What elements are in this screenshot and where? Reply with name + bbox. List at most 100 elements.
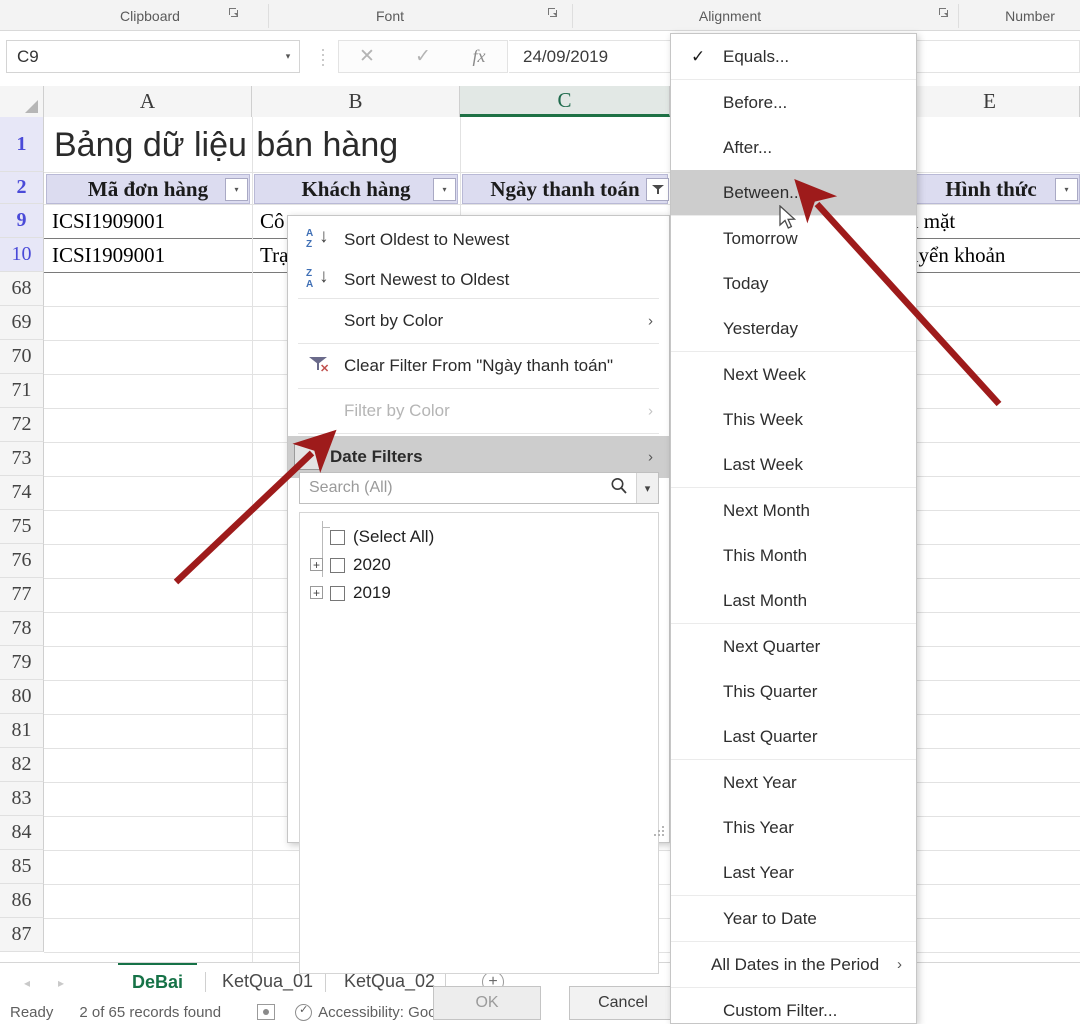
row-header[interactable]: 75	[0, 510, 44, 544]
cell-a10[interactable]: ICSI1909001	[46, 240, 250, 270]
filter-button-hinh-thuc[interactable]: ▾	[1055, 178, 1078, 201]
submenu-item-year-to-date[interactable]: Year to Date	[671, 896, 916, 941]
submenu-item-label: Last Year	[723, 862, 794, 882]
submenu-item-last-week[interactable]: Last Week	[671, 442, 916, 487]
filter-button-ma-don-hang[interactable]: ▾	[225, 178, 248, 201]
resize-grip[interactable]	[653, 826, 666, 839]
table-header-hinh-thuc[interactable]: Hình thức	[902, 174, 1080, 204]
cancel-button[interactable]: Cancel	[569, 986, 677, 1020]
row-header[interactable]: 70	[0, 340, 44, 374]
sheet-nav-arrows[interactable]: ◂ ▸	[24, 973, 94, 993]
search-dropdown-icon[interactable]: ▾	[636, 473, 658, 503]
ok-button[interactable]: OK	[433, 986, 541, 1020]
submenu-item-next-year[interactable]: Next Year	[671, 760, 916, 805]
submenu-item-last-quarter[interactable]: Last Quarter	[671, 714, 916, 759]
row-header[interactable]: 9	[0, 204, 44, 238]
column-header-c[interactable]: C	[460, 86, 670, 117]
row-header[interactable]: 77	[0, 578, 44, 612]
row-header[interactable]: 72	[0, 408, 44, 442]
menu-item-label: Sort Newest to Oldest	[344, 270, 510, 289]
alignment-dialog-launcher-icon[interactable]	[936, 6, 951, 21]
row-header[interactable]: 73	[0, 442, 44, 476]
expand-icon[interactable]: +	[310, 586, 323, 599]
submenu-item-equals[interactable]: ✓ Equals...	[671, 34, 916, 79]
list-item-2020[interactable]: + 2020	[300, 551, 658, 579]
macro-record-icon[interactable]	[257, 1004, 276, 1020]
submenu-item-label: Next Month	[723, 500, 810, 520]
search-input[interactable]: Search (All)	[300, 479, 602, 497]
menu-item-clear-filter[interactable]: ✕ Clear Filter From "Ngày thanh toán"	[288, 346, 669, 386]
submenu-item-after[interactable]: After...	[671, 125, 916, 170]
column-header-b[interactable]: B	[252, 86, 460, 117]
submenu-item-before[interactable]: Before...	[671, 80, 916, 125]
checkbox-2019[interactable]	[330, 585, 345, 601]
sheet-tab-debai[interactable]: DeBai	[118, 963, 198, 1000]
cell-e10[interactable]: uyển khoản	[902, 240, 1080, 270]
confirm-icon[interactable]: ✓	[395, 41, 451, 72]
row-header[interactable]: 86	[0, 884, 44, 918]
row-header[interactable]: 10	[0, 238, 44, 272]
row-header[interactable]: 79	[0, 646, 44, 680]
column-header-a[interactable]: A	[44, 86, 252, 117]
submenu-item-next-quarter[interactable]: Next Quarter	[671, 624, 916, 669]
column-header-e[interactable]: E	[900, 86, 1080, 117]
list-item-2019[interactable]: + 2019	[300, 579, 658, 607]
row-header[interactable]: 84	[0, 816, 44, 850]
cell-a9[interactable]: ICSI1909001	[46, 206, 250, 236]
select-all-corner[interactable]	[0, 86, 44, 117]
clipboard-dialog-launcher-icon[interactable]	[226, 6, 241, 21]
row-header[interactable]: 1	[0, 117, 44, 172]
menu-item-label: Clear Filter From "Ngày thanh toán"	[344, 356, 614, 375]
submenu-item-this-week[interactable]: This Week	[671, 397, 916, 442]
menu-item-sort-newest-to-oldest[interactable]: Z A ↓ Sort Newest to Oldest	[288, 260, 669, 300]
formula-bar-grip[interactable]	[318, 45, 328, 69]
submenu-item-label: Custom Filter...	[723, 1000, 838, 1020]
filter-button-khach-hang[interactable]: ▾	[433, 178, 456, 201]
row-header[interactable]: 76	[0, 544, 44, 578]
checkbox-select-all[interactable]	[330, 529, 345, 545]
menu-item-sort-by-color[interactable]: Sort by Color ›	[288, 301, 669, 341]
row-header[interactable]: 2	[0, 172, 44, 204]
row-header[interactable]: 81	[0, 714, 44, 748]
cell-b9[interactable]: Cô	[254, 206, 288, 236]
row-header[interactable]: 78	[0, 612, 44, 646]
submenu-item-yesterday[interactable]: Yesterday	[671, 306, 916, 351]
submenu-item-this-month[interactable]: This Month	[671, 533, 916, 578]
row-header[interactable]: 71	[0, 374, 44, 408]
checkbox-2020[interactable]	[330, 557, 345, 573]
font-dialog-launcher-icon[interactable]	[545, 6, 560, 21]
row-header[interactable]: 74	[0, 476, 44, 510]
row-header[interactable]: 69	[0, 306, 44, 340]
cell-e9[interactable]: n mặt	[902, 206, 1080, 236]
list-item-select-all[interactable]: (Select All)	[300, 523, 658, 551]
row-header[interactable]: 80	[0, 680, 44, 714]
submenu-item-custom-filter[interactable]: Custom Filter...	[671, 988, 916, 1024]
filter-button-ngay-thanh-toan[interactable]	[646, 178, 669, 201]
submenu-item-last-month[interactable]: Last Month	[671, 578, 916, 623]
expand-icon[interactable]: +	[310, 558, 323, 571]
nav-prev-icon[interactable]: ◂	[24, 976, 30, 990]
insert-function-icon[interactable]: fx	[451, 41, 507, 72]
name-box[interactable]: C9 ▾	[6, 40, 300, 73]
submenu-item-today[interactable]: Today	[671, 261, 916, 306]
cell-b10[interactable]: Trạ	[254, 240, 288, 270]
row-header[interactable]: 87	[0, 918, 44, 952]
row-header[interactable]: 82	[0, 748, 44, 782]
submenu-item-next-week[interactable]: Next Week	[671, 352, 916, 397]
table-header-ngay-thanh-toan[interactable]: Ngày thanh toán	[462, 174, 668, 204]
cancel-icon[interactable]: ✕	[339, 41, 395, 72]
nav-next-icon[interactable]: ▸	[58, 976, 64, 990]
submenu-item-this-quarter[interactable]: This Quarter	[671, 669, 916, 714]
row-header[interactable]: 85	[0, 850, 44, 884]
row-header[interactable]: 68	[0, 272, 44, 306]
cell-a1-title[interactable]: Bảng dữ liệu bán hàng	[46, 120, 646, 170]
chevron-down-icon[interactable]: ▾	[277, 51, 299, 62]
row-header[interactable]: 83	[0, 782, 44, 816]
submenu-item-all-dates-in-the-period[interactable]: All Dates in the Period ›	[671, 942, 916, 987]
menu-item-sort-oldest-to-newest[interactable]: A Z ↓ Sort Oldest to Newest	[288, 220, 669, 260]
submenu-item-last-year[interactable]: Last Year	[671, 850, 916, 895]
submenu-item-next-month[interactable]: Next Month	[671, 488, 916, 533]
table-header-ma-don-hang[interactable]: Mã đơn hàng	[46, 174, 250, 204]
table-header-khach-hang[interactable]: Khách hàng	[254, 174, 458, 204]
submenu-item-this-year[interactable]: This Year	[671, 805, 916, 850]
